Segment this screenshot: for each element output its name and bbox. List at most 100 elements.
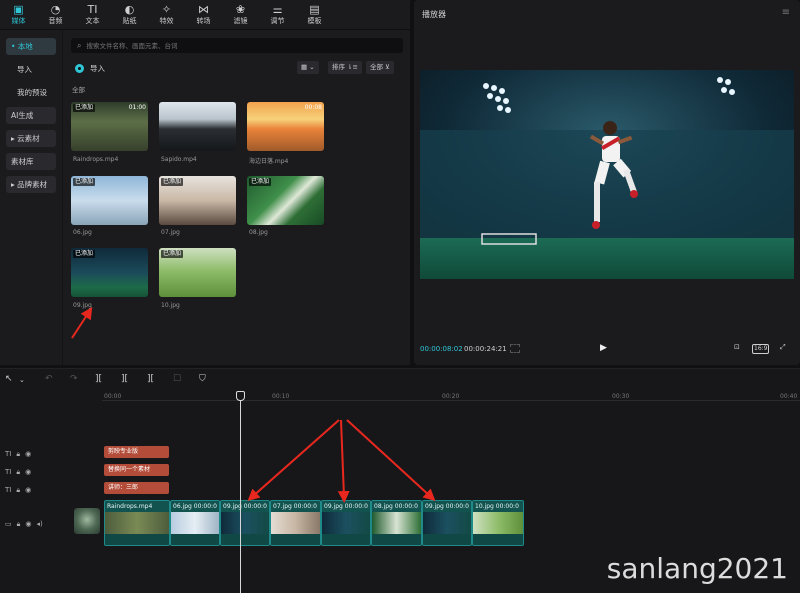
stadium-scene-image [420, 70, 794, 279]
video-clip[interactable]: 08.jpg 00:00:0 [371, 500, 422, 546]
text-icon: TI [87, 3, 98, 16]
view-mode-button[interactable]: ▦ ⌄ [297, 61, 319, 74]
media-item[interactable]: 00:08 [247, 102, 324, 151]
transition-icon: ⋈ [198, 3, 209, 16]
import-icon [75, 64, 84, 73]
tab-media[interactable]: ▣ 媒体 [0, 0, 37, 30]
undo-icon[interactable]: ↶ [45, 374, 53, 384]
video-preview [420, 70, 794, 279]
menu-icon[interactable]: ≡ [782, 7, 790, 18]
select-tool-icon[interactable]: ↖ [5, 374, 13, 384]
media-item[interactable]: 已添加 [71, 176, 148, 225]
lock-icon[interactable]: 🔒︎ [16, 468, 20, 477]
video-clip[interactable]: 10.jpg 00:00:0 [472, 500, 524, 546]
marker-icon[interactable]: ⛉ [199, 374, 206, 384]
tab-audio[interactable]: ◔ 音频 [37, 0, 74, 30]
tab-adjust[interactable]: ⚌ 调节 [259, 0, 296, 30]
timeline-grid-icon[interactable] [510, 344, 520, 353]
filter-icon: ❀ [235, 3, 246, 16]
media-item-name: Sapido.mp4 [161, 156, 197, 163]
sidebar-item-import[interactable]: 导入 [6, 61, 56, 78]
sidebar-item-library[interactable]: 素材库 [6, 153, 56, 170]
media-item-name: 06.jpg [73, 229, 92, 236]
playhead[interactable] [240, 391, 241, 593]
media-item[interactable] [159, 102, 236, 151]
fullscreen-icon[interactable]: ⤢ [780, 343, 786, 352]
player-title: 播放器 [422, 10, 446, 19]
time-ruler[interactable]: 00:00 00:10 00:20 00:30 00:40 [102, 391, 800, 401]
text-track-icon: TI [5, 450, 12, 458]
search-input[interactable] [86, 41, 387, 50]
split-right-icon[interactable]: ][ [147, 374, 154, 384]
sidebar-item-my-presets[interactable]: 我的预设 [6, 84, 56, 101]
visibility-icon[interactable]: ◉ [25, 486, 31, 494]
search-icon: ⌕ [77, 40, 82, 50]
split-icon[interactable]: ][ [95, 374, 102, 384]
media-item[interactable]: 已添加 01:00 [71, 102, 148, 151]
effects-icon: ✧ [161, 3, 172, 16]
media-item[interactable]: 已添加 [159, 248, 236, 297]
video-clip[interactable]: 09.jpg 00:00:0 [422, 500, 472, 546]
tab-transition[interactable]: ⋈ 转场 [185, 0, 222, 30]
media-item-name: 10.jpg [161, 302, 180, 309]
media-icon: ▣ [13, 3, 24, 16]
sticker-icon: ◐ [124, 3, 135, 16]
player-panel: 播放器 ≡ 00:00:08:02 00:00:24:21 ▶ ⊡ 16:9 ⤢ [414, 0, 800, 365]
cover-thumbnail[interactable] [74, 508, 100, 534]
video-clip[interactable]: 06.jpg 00:00:0 [170, 500, 220, 546]
tab-effects[interactable]: ✧ 特效 [148, 0, 185, 30]
filter-button[interactable]: 全部 ⊻ [366, 61, 394, 74]
lock-icon[interactable]: 🔒︎ [16, 486, 20, 495]
audio-icon: ◔ [50, 3, 61, 16]
video-clip[interactable]: 09.jpg 00:00:0 [321, 500, 371, 546]
video-clip[interactable]: 07.jpg 00:00:0 [270, 500, 321, 546]
delete-icon[interactable]: ☐ [173, 374, 181, 384]
text-clip[interactable]: 讲师：三郎 [104, 482, 169, 494]
tab-text[interactable]: TI 文本 [74, 0, 111, 30]
video-track-icon: ▭ [5, 520, 12, 528]
lock-icon[interactable]: 🔒︎ [17, 520, 21, 529]
split-left-icon[interactable]: ][ [121, 374, 128, 384]
visibility-icon[interactable]: ◉ [25, 468, 31, 476]
text-clip[interactable]: 剪映专业版 [104, 446, 169, 458]
tab-sticker[interactable]: ◐ 贴纸 [111, 0, 148, 30]
text-clip[interactable]: 替换同一个素材 [104, 464, 169, 476]
sidebar-item-ai-generate[interactable]: AI生成 [6, 107, 56, 124]
media-item[interactable]: 已添加 [159, 176, 236, 225]
media-item-name: Raindrops.mp4 [73, 156, 119, 163]
select-mode-dropdown[interactable]: ⌄ [19, 376, 25, 384]
aspect-ratio-button[interactable]: 16:9 [752, 344, 770, 354]
visibility-icon[interactable]: ◉ [25, 450, 31, 458]
redo-icon[interactable]: ↷ [70, 374, 78, 384]
visibility-icon[interactable]: ◉ [25, 520, 31, 528]
total-time: 00:00:24:21 [464, 345, 507, 353]
import-button[interactable]: 导入 [75, 63, 105, 74]
tab-template[interactable]: ▤ 模板 [296, 0, 333, 30]
text-track-icon: TI [5, 468, 12, 476]
playhead-handle[interactable] [236, 391, 245, 401]
media-item[interactable]: 已添加 [247, 176, 324, 225]
play-button[interactable]: ▶ [600, 343, 607, 353]
media-panel: ⌕ 导入 ▦ ⌄ 排序 ⇂≡ 全部 ⊻ 全部 已添加 01:00 Raindro… [62, 30, 410, 365]
watermark: sanlang2021 [606, 552, 788, 585]
media-item-name: 08.jpg [249, 229, 268, 236]
lock-icon[interactable]: 🔒︎ [16, 450, 20, 459]
fit-icon[interactable]: ⊡ [734, 343, 740, 351]
audio-icon[interactable]: ◂) [36, 520, 42, 528]
sidebar-item-cloud[interactable]: ▸ 云素材 [6, 130, 56, 147]
media-toolbar: ▣ 媒体 ◔ 音频 TI 文本 ◐ 贴纸 ✧ 特效 ⋈ 转场 ❀ 滤镜 ⚌ 调节 ▤ 模板 [0, 0, 410, 30]
search-box[interactable]: ⌕ [71, 38, 403, 53]
video-clip[interactable]: Raindrops.mp4 [104, 500, 170, 546]
adjust-icon: ⚌ [272, 3, 283, 16]
template-icon: ▤ [309, 3, 320, 16]
editor-window: { "toolbar": { "items": [ {"label": "媒体"… [0, 0, 800, 593]
tab-filter[interactable]: ❀ 滤镜 [222, 0, 259, 30]
video-clip[interactable]: 09.jpg 00:00:0 [220, 500, 270, 546]
media-item-name: 09.jpg [73, 302, 92, 309]
sidebar-item-local[interactable]: • 本地 [6, 38, 56, 55]
media-item[interactable]: 已添加 [71, 248, 148, 297]
text-track-header: TI 🔒︎ ◉ [0, 447, 100, 461]
text-track-icon: TI [5, 486, 12, 494]
sort-button[interactable]: 排序 ⇂≡ [328, 61, 362, 74]
sidebar-item-brand[interactable]: ▸ 品牌素材 [6, 176, 56, 193]
